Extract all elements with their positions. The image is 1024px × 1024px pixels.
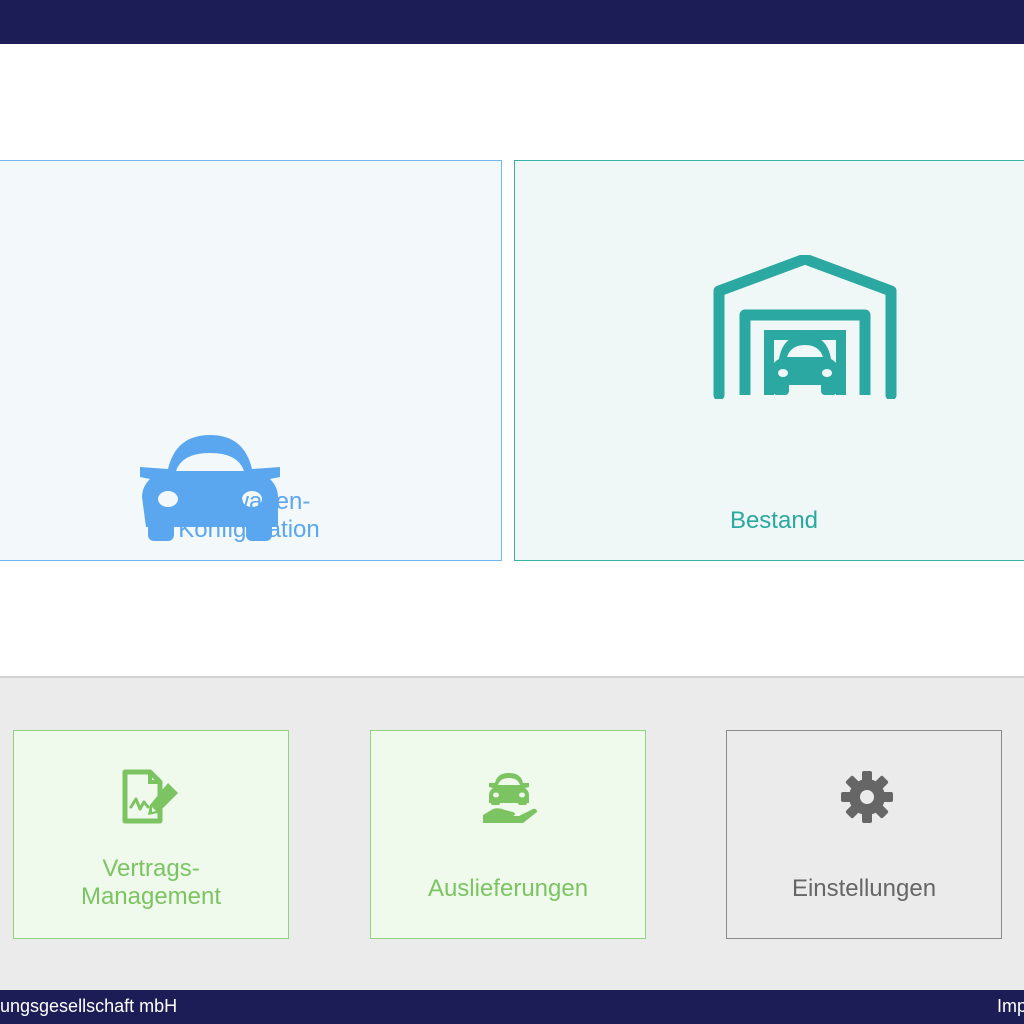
deliveries-tile[interactable]: Auslieferungen <box>370 730 646 939</box>
garage-car-icon <box>713 255 897 399</box>
gear-icon <box>841 771 893 823</box>
new-car-configuration-tile[interactable]: Neuwagen- Konfiguration <box>0 160 502 561</box>
stock-tile[interactable]: Bestand <box>514 160 1024 561</box>
contract-management-tile[interactable]: Vertrags- Management <box>13 730 289 939</box>
app-page: Neuwagen- Konfiguration Bestand Vertrags… <box>0 0 1024 1024</box>
deliveries-label: Auslieferungen <box>427 875 589 902</box>
footer-bar: ungsgesellschaft mbH Imp <box>0 990 1024 1024</box>
footer-company-name: ungsgesellschaft mbH <box>0 996 178 1016</box>
contract-signature-icon <box>122 769 178 824</box>
settings-tile[interactable]: Einstellungen <box>726 730 1002 939</box>
new-car-configuration-label: Neuwagen- Konfiguration <box>178 488 320 543</box>
stock-label: Bestand <box>729 507 819 534</box>
car-delivery-hand-icon <box>483 773 537 823</box>
settings-label: Einstellungen <box>791 875 937 902</box>
contract-management-label: Vertrags- Management <box>80 855 222 910</box>
top-header-bar <box>0 0 1024 44</box>
footer-imprint-link[interactable]: Imp <box>997 990 1024 1022</box>
